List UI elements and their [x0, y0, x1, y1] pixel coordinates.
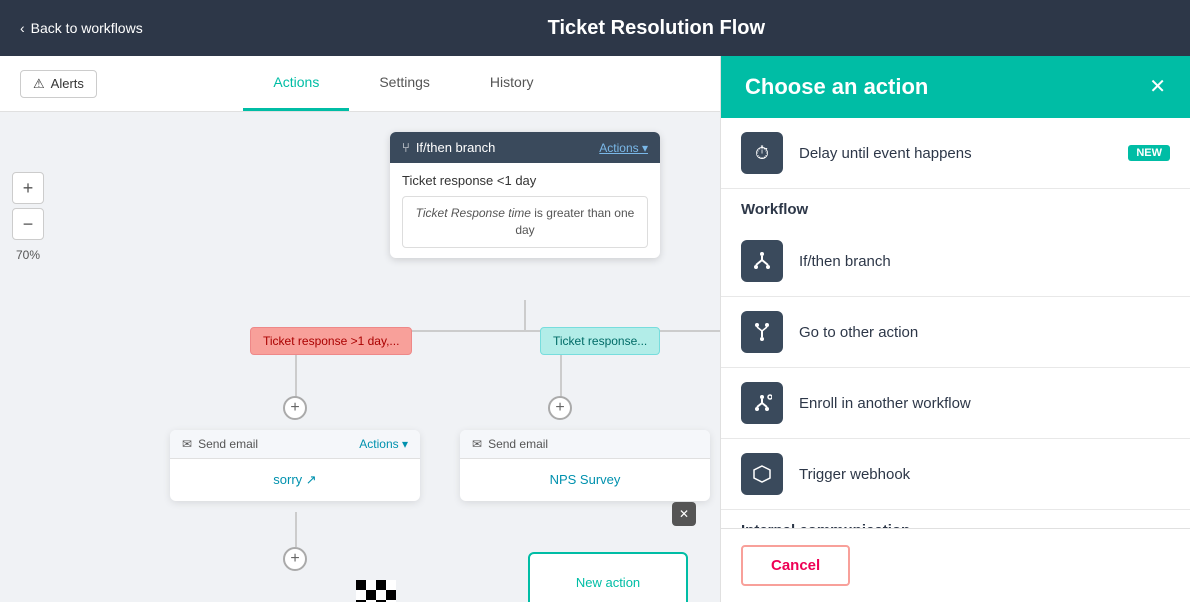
- tab-bar: ⚠ Alerts Actions Settings History: [0, 56, 720, 112]
- node-header: ⑂ If/then branch Actions ▾: [390, 132, 660, 163]
- action-item-enroll[interactable]: Enroll in another workflow: [721, 368, 1190, 439]
- side-panel: Choose an action ✕ ⏱ Delay until event h…: [720, 56, 1190, 602]
- send-email-node-left: ✉ Send email Actions ▾ sorry ↗: [170, 430, 420, 501]
- action-item-webhook[interactable]: Trigger webhook: [721, 439, 1190, 510]
- enroll-label: Enroll in another workflow: [799, 395, 971, 412]
- go-to-label: Go to other action: [799, 324, 918, 341]
- node-actions-link[interactable]: Actions ▾: [599, 141, 648, 155]
- action-item-if-then[interactable]: If/then branch: [721, 226, 1190, 297]
- send-email-node-right: ✉ Send email NPS Survey: [460, 430, 710, 501]
- send-email-label-left: Send email: [198, 437, 258, 451]
- workflow-area: ⚠ Alerts Actions Settings History + − 70…: [0, 56, 720, 602]
- main-layout: ⚠ Alerts Actions Settings History + − 70…: [0, 56, 1190, 602]
- branch-icon: ⑂: [402, 140, 410, 155]
- panel-footer: Cancel: [721, 528, 1190, 602]
- send-email-label-right: Send email: [488, 437, 548, 451]
- webhook-icon: [741, 453, 783, 495]
- action-item-delay[interactable]: ⏱ Delay until event happens NEW: [721, 118, 1190, 189]
- enroll-icon: [741, 382, 783, 424]
- if-then-icon: [741, 240, 783, 282]
- go-to-icon: [741, 311, 783, 353]
- action-item-go-to[interactable]: Go to other action: [721, 297, 1190, 368]
- zoom-out-button[interactable]: −: [12, 208, 44, 240]
- close-button[interactable]: ✕: [672, 502, 696, 526]
- section-workflow: Workflow: [721, 189, 1190, 226]
- panel-header: Choose an action ✕: [721, 56, 1190, 118]
- email-icon-right: ✉: [472, 437, 482, 451]
- plus-button-bottom[interactable]: +: [283, 547, 307, 571]
- tab-actions[interactable]: Actions: [243, 56, 349, 111]
- condition-text1: Ticket Response time: [416, 206, 531, 220]
- connector-v5: [560, 357, 562, 397]
- canvas: + − 70% ⑂ If/then branch Actions ▾ Ticke…: [0, 112, 720, 602]
- condition-box: Ticket Response time is greater than one…: [402, 196, 648, 248]
- plus-button-left[interactable]: +: [283, 396, 307, 420]
- if-then-node: ⑂ If/then branch Actions ▾ Ticket respon…: [390, 132, 660, 258]
- zoom-in-button[interactable]: +: [12, 172, 44, 204]
- condition-text2: is greater than one day: [515, 206, 634, 237]
- panel-title: Choose an action: [745, 74, 928, 100]
- cancel-button[interactable]: Cancel: [741, 545, 850, 586]
- panel-content: ⏱ Delay until event happens NEW Workflow: [721, 118, 1190, 528]
- send-email-body-left: sorry ↗: [170, 459, 420, 501]
- if-then-label: If/then branch: [416, 140, 496, 155]
- branch-red: Ticket response >1 day,...: [250, 327, 412, 355]
- if-then-label-panel: If/then branch: [799, 253, 891, 270]
- node-body: Ticket response <1 day Ticket Response t…: [390, 163, 660, 258]
- send-email-link-sorry[interactable]: sorry ↗: [273, 472, 316, 487]
- section-internal: Internal communication: [721, 510, 1190, 528]
- tab-history[interactable]: History: [460, 56, 564, 111]
- tabs: Actions Settings History: [243, 56, 563, 111]
- tab-settings[interactable]: Settings: [349, 56, 460, 111]
- new-action-box[interactable]: New action: [528, 552, 688, 602]
- branch-teal: Ticket response...: [540, 327, 660, 355]
- finish-flag: [356, 580, 396, 602]
- connector-v1: [524, 300, 526, 330]
- alerts-button[interactable]: ⚠ Alerts: [20, 70, 97, 98]
- plus-button-right[interactable]: +: [548, 396, 572, 420]
- new-action-label: New action: [576, 575, 640, 590]
- email-icon-left: ✉: [182, 437, 192, 451]
- send-email-body-right: NPS Survey: [460, 459, 710, 501]
- back-to-workflows-link[interactable]: ‹ Back to workflows: [20, 20, 143, 36]
- send-email-link-nps[interactable]: NPS Survey: [550, 472, 621, 487]
- branch-label: Ticket response <1 day: [402, 173, 648, 188]
- zoom-level: 70%: [12, 248, 44, 262]
- panel-close-button[interactable]: ✕: [1149, 77, 1166, 97]
- alert-icon: ⚠: [33, 76, 45, 92]
- top-bar: ‹ Back to workflows Ticket Resolution Fl…: [0, 0, 1190, 56]
- connector-v6: [295, 512, 297, 547]
- send-email-header-right: ✉ Send email: [460, 430, 710, 459]
- send-email-header-left: ✉ Send email Actions ▾: [170, 430, 420, 459]
- page-title: Ticket Resolution Flow: [143, 17, 1170, 40]
- connector-v4: [295, 357, 297, 397]
- delay-icon: ⏱: [741, 132, 783, 174]
- back-label: Back to workflows: [31, 20, 143, 36]
- zoom-controls: + − 70%: [12, 172, 44, 262]
- back-arrow-icon: ‹: [20, 20, 25, 36]
- new-badge: NEW: [1128, 145, 1170, 161]
- send-email-actions-link-left[interactable]: Actions ▾: [359, 437, 408, 451]
- webhook-label: Trigger webhook: [799, 466, 910, 483]
- delay-label: Delay until event happens: [799, 145, 972, 162]
